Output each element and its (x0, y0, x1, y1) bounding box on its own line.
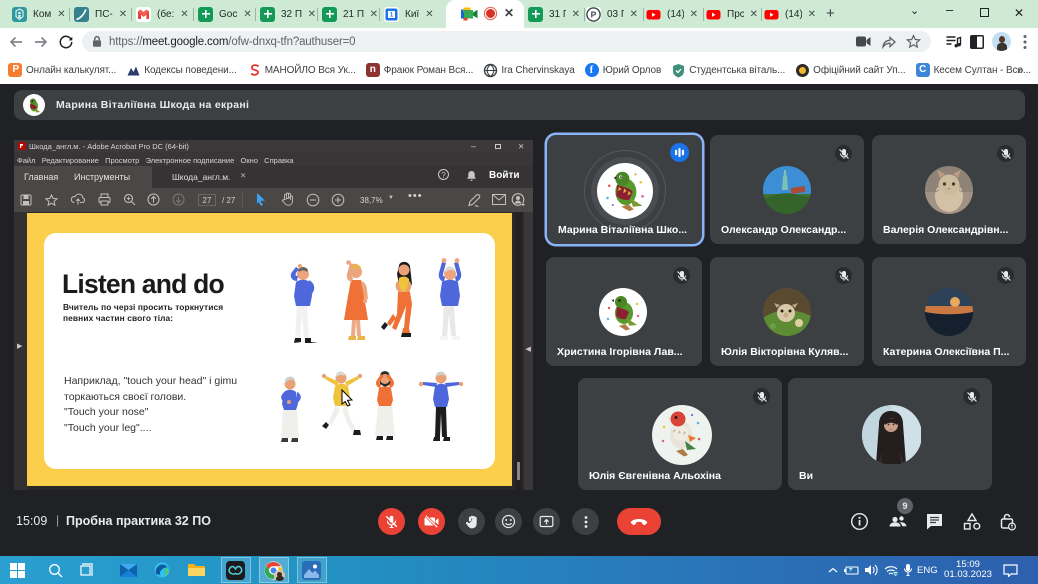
svg-text:P: P (591, 9, 597, 19)
